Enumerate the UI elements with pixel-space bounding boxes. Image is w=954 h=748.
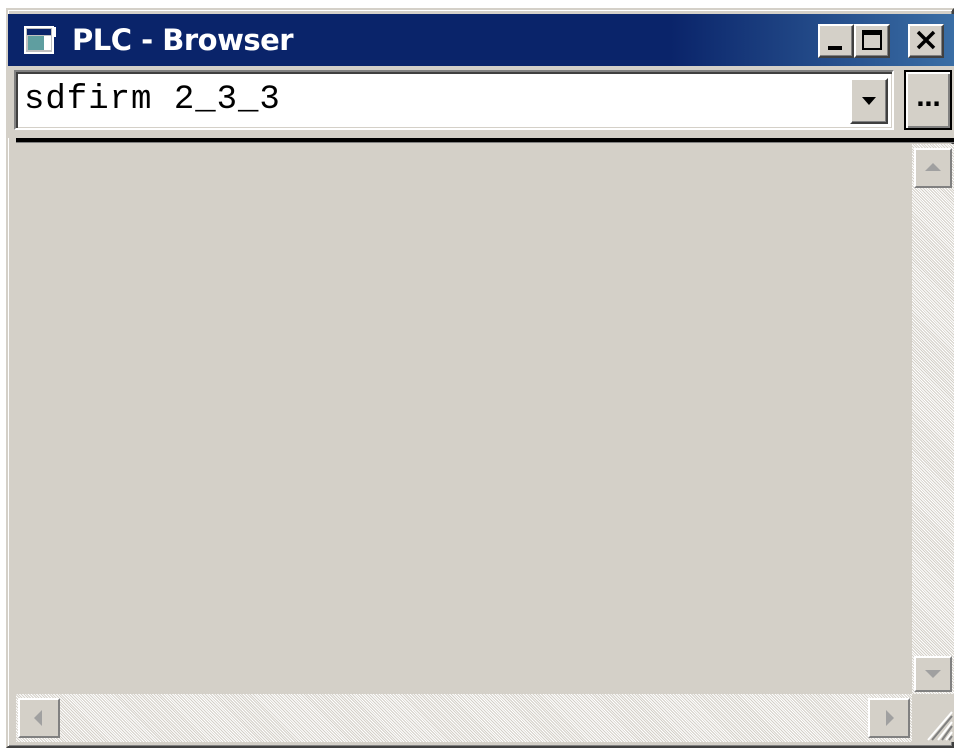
scroll-left-button[interactable] — [18, 698, 60, 738]
window-title: PLC - Browser — [72, 23, 294, 57]
chevron-down-icon — [862, 97, 876, 105]
dropdown-button[interactable] — [850, 78, 888, 124]
minimize-button[interactable] — [818, 24, 854, 58]
close-icon — [916, 30, 936, 50]
address-bar: sdfirm 2_3_3 ... — [8, 66, 954, 138]
size-grip-icon — [927, 711, 953, 741]
maximize-button[interactable] — [854, 24, 890, 58]
separator — [16, 138, 954, 143]
horizontal-scrollbar[interactable] — [16, 694, 912, 742]
arrow-down-icon — [925, 670, 941, 678]
app-window-icon[interactable] — [24, 24, 58, 56]
size-grip[interactable] — [912, 694, 954, 742]
browser-content-pane[interactable] — [16, 144, 912, 694]
browse-button-label: ... — [915, 84, 941, 112]
plc-selector-combo[interactable]: sdfirm 2_3_3 — [14, 70, 894, 130]
minimize-icon — [828, 46, 842, 50]
browse-button[interactable]: ... — [904, 70, 952, 130]
close-button[interactable] — [908, 24, 944, 58]
arrow-up-icon — [925, 163, 941, 171]
title-bar[interactable]: PLC - Browser — [8, 14, 954, 66]
scroll-down-button[interactable] — [914, 656, 952, 692]
scroll-up-button[interactable] — [914, 148, 952, 188]
vertical-scrollbar[interactable] — [912, 144, 954, 694]
maximize-icon — [862, 30, 882, 50]
plc-selector-value[interactable]: sdfirm 2_3_3 — [24, 78, 281, 122]
arrow-right-icon — [886, 710, 894, 726]
arrow-left-icon — [34, 710, 42, 726]
scroll-right-button[interactable] — [868, 698, 910, 738]
